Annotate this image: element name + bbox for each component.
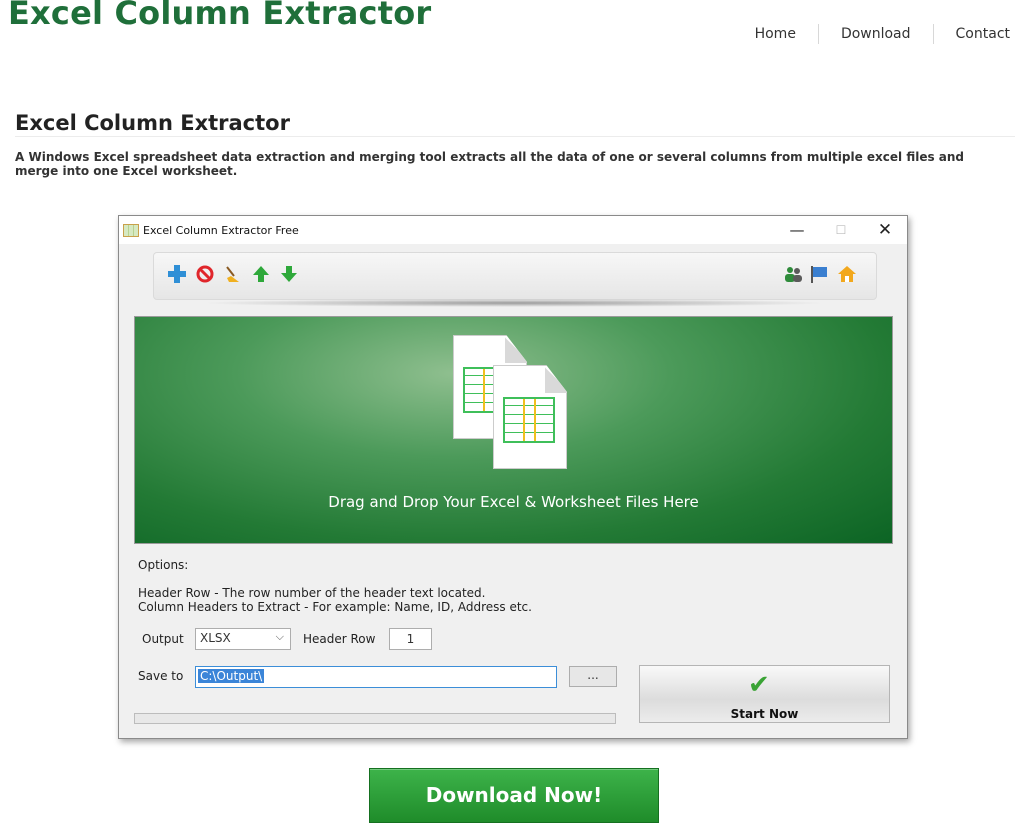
start-now-label: Start Now xyxy=(730,707,799,721)
toolbar xyxy=(153,252,877,300)
add-icon[interactable] xyxy=(166,263,188,285)
nav-home-link[interactable]: Home xyxy=(733,24,818,44)
page-description: A Windows Excel spreadsheet data extract… xyxy=(15,150,965,178)
nav-contact-link[interactable]: Contact xyxy=(934,24,1010,44)
output-label: Output xyxy=(142,632,184,646)
main-nav: Home Download Contact xyxy=(733,24,1010,44)
chevron-down-icon: ⌵ xyxy=(275,630,284,643)
options-label: Options: xyxy=(138,558,189,572)
app-window-screenshot: Excel Column Extractor Free — ☐ ✕ Drag a… xyxy=(118,215,908,739)
file-dropzone[interactable]: Drag and Drop Your Excel & Worksheet Fil… xyxy=(134,316,893,544)
nav-download-link[interactable]: Download xyxy=(819,24,933,44)
header-row-input[interactable]: 1 xyxy=(389,628,432,650)
progress-bar xyxy=(134,713,616,724)
move-up-icon[interactable] xyxy=(250,263,272,285)
save-to-input[interactable]: C:\Output\ xyxy=(195,666,557,688)
download-now-button[interactable]: Download Now! xyxy=(369,768,659,823)
users-icon[interactable] xyxy=(782,263,804,285)
clear-icon[interactable] xyxy=(222,263,244,285)
dropzone-text: Drag and Drop Your Excel & Worksheet Fil… xyxy=(328,493,699,511)
excel-file-icon xyxy=(493,365,567,469)
minimize-icon[interactable]: — xyxy=(775,216,819,244)
header-row-label: Header Row xyxy=(303,632,376,646)
window-title: Excel Column Extractor Free xyxy=(143,223,299,237)
spreadsheet-icon xyxy=(123,223,139,237)
page-heading: Excel Column Extractor xyxy=(15,111,290,135)
heading-divider xyxy=(15,136,1015,137)
toolbar-shadow xyxy=(199,299,829,307)
checkmark-icon: ✔ xyxy=(748,670,770,700)
flag-icon[interactable] xyxy=(808,263,830,285)
move-down-icon[interactable] xyxy=(278,263,300,285)
site-title[interactable]: Excel Column Extractor xyxy=(8,0,431,32)
home-icon[interactable] xyxy=(836,263,858,285)
help-column-headers: Column Headers to Extract - For example:… xyxy=(138,600,532,614)
start-now-button[interactable]: ✔ Start Now xyxy=(639,665,890,723)
remove-icon[interactable] xyxy=(194,263,216,285)
output-format-select[interactable]: XLSX ⌵ xyxy=(195,628,291,650)
close-icon[interactable]: ✕ xyxy=(863,216,907,244)
help-header-row: Header Row - The row number of the heade… xyxy=(138,586,486,600)
output-format-value: XLSX xyxy=(200,631,231,645)
window-titlebar: Excel Column Extractor Free — ☐ ✕ xyxy=(119,216,907,244)
maximize-icon[interactable]: ☐ xyxy=(819,216,863,244)
browse-button[interactable]: ... xyxy=(569,666,617,687)
save-to-label: Save to xyxy=(138,669,184,683)
save-to-value: C:\Output\ xyxy=(198,669,265,683)
